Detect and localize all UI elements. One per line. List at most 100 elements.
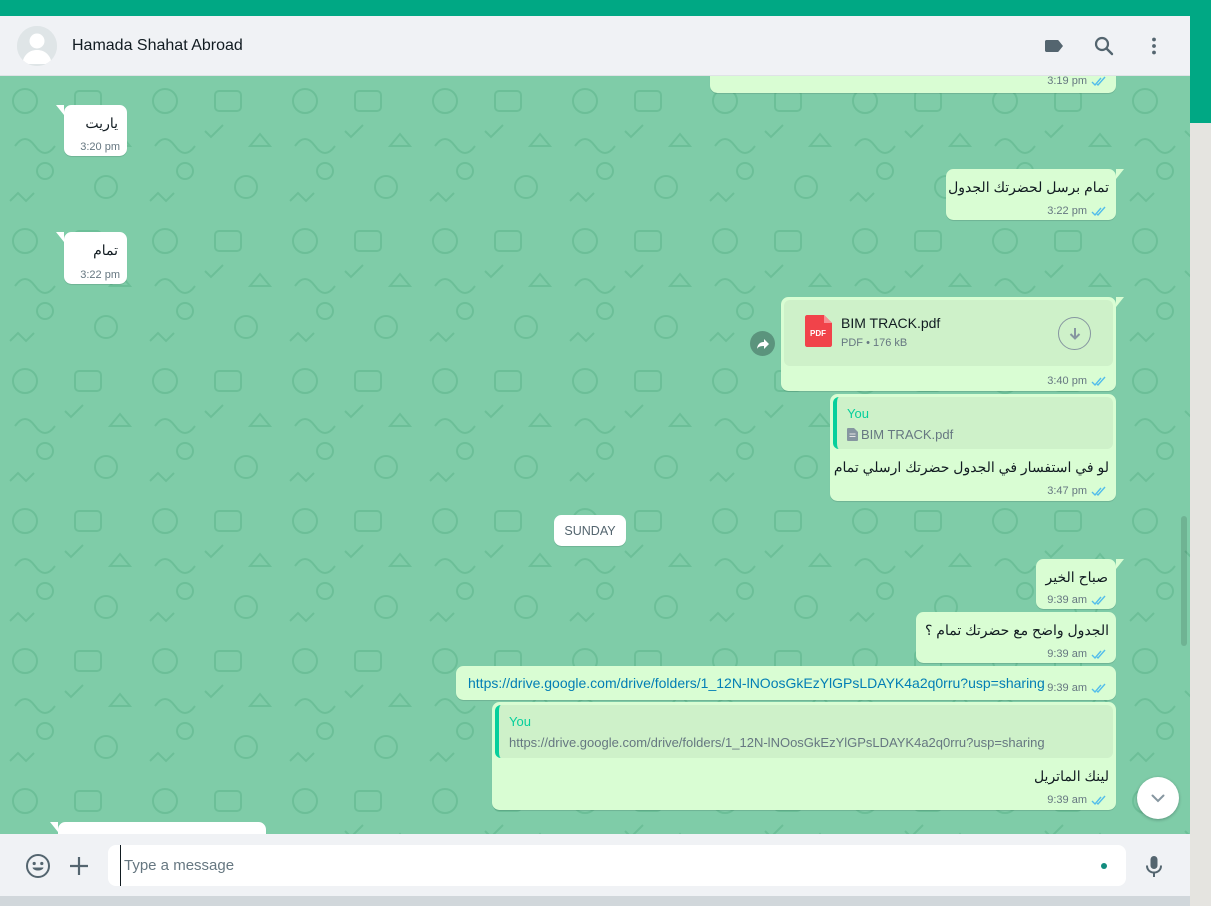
right-panel-background xyxy=(1190,123,1211,906)
chevron-down-icon xyxy=(1151,794,1165,803)
read-ticks-icon xyxy=(1091,795,1106,805)
top-accent-bar xyxy=(0,0,1211,16)
message-time: 3:47 pm xyxy=(1047,485,1087,497)
message-text: لو في استفسار في الجدول حضرتك ارسلي تمام xyxy=(833,459,1109,475)
read-ticks-icon xyxy=(1091,376,1106,386)
bottom-strip xyxy=(0,896,1190,906)
message-bubble-reply[interactable]: You BIM TRACK.pdf لو في استفسار في الجدو… xyxy=(830,394,1116,501)
message-meta: 9:39 am xyxy=(1047,594,1107,606)
document-file-type: PDF xyxy=(841,337,863,349)
download-button[interactable] xyxy=(1058,317,1091,350)
bubble-tail xyxy=(1116,297,1124,307)
default-user-icon xyxy=(17,26,57,66)
quoted-text: BIM TRACK.pdf xyxy=(861,427,954,442)
bubble-tail xyxy=(56,105,64,115)
message-text: صباح الخير xyxy=(1045,569,1108,585)
read-ticks-icon xyxy=(1091,206,1106,216)
label-icon[interactable] xyxy=(1042,34,1066,58)
avatar[interactable] xyxy=(17,26,57,66)
document-file-size: 176 kB xyxy=(872,337,908,349)
message-input[interactable] xyxy=(120,845,1080,886)
quoted-author: You xyxy=(847,406,869,421)
message-meta: 3:19 pm xyxy=(1047,76,1107,87)
pdf-file-icon: PDF xyxy=(805,315,832,347)
chat-area[interactable]: 3:19 pm ياريت 3:20 pm تمام برسل لحضرتك ا… xyxy=(0,76,1190,834)
message-bubble-document[interactable]: PDF BIM TRACK.pdf PDF • 176 kB 3:40 pm xyxy=(781,297,1124,391)
forward-icon xyxy=(756,338,769,349)
svg-text:PDF: PDF xyxy=(810,329,826,338)
message-time: 3:40 pm xyxy=(1047,375,1087,387)
contact-name[interactable]: Hamada Shahat Abroad xyxy=(72,37,243,55)
quoted-author: You xyxy=(509,714,531,729)
message-time: 9:39 am xyxy=(1047,794,1087,806)
bubble-tail xyxy=(56,232,64,242)
kebab-menu-icon[interactable] xyxy=(1142,34,1166,58)
message-link[interactable]: https://drive.google.com/drive/folders/1… xyxy=(468,675,1045,691)
message-meta: 9:39 am xyxy=(1047,682,1107,694)
bubble-tail xyxy=(1116,169,1124,179)
read-ticks-icon xyxy=(1091,649,1106,659)
chat-header[interactable]: Hamada Shahat Abroad xyxy=(0,16,1190,76)
quoted-body: BIM TRACK.pdf xyxy=(847,427,953,442)
emoji-button[interactable] xyxy=(25,853,51,879)
message-bubble-incoming[interactable]: ياريت 3:20 pm xyxy=(56,105,127,156)
message-bubble-link[interactable]: https://drive.google.com/drive/folders/1… xyxy=(456,666,1116,700)
document-icon xyxy=(847,428,858,441)
quoted-text: https://drive.google.com/drive/folders/1… xyxy=(509,735,1045,750)
message-time: 9:39 am xyxy=(1047,682,1087,694)
quoted-body: https://drive.google.com/drive/folders/1… xyxy=(509,735,1045,750)
message-meta: 3:22 pm xyxy=(80,269,120,281)
document-separator: • xyxy=(866,337,873,349)
date-separator: SUNDAY xyxy=(554,515,626,546)
message-input-container[interactable] xyxy=(108,845,1126,886)
bubble-tail xyxy=(1116,559,1124,569)
message-bubble-incoming[interactable] xyxy=(50,822,266,834)
message-meta: 3:47 pm xyxy=(1047,485,1107,497)
download-icon xyxy=(1069,327,1080,340)
search-icon[interactable] xyxy=(1092,34,1116,58)
microphone-icon xyxy=(1146,856,1162,877)
emoji-icon xyxy=(26,854,50,878)
quoted-message[interactable]: You https://drive.google.com/drive/folde… xyxy=(495,705,1113,758)
message-bubble-incoming[interactable]: تمام 3:22 pm xyxy=(56,232,127,284)
read-ticks-icon xyxy=(1091,595,1106,605)
message-meta: 3:22 pm xyxy=(1047,205,1107,217)
document-info: PDF • 176 kB xyxy=(841,337,907,349)
message-time: 9:39 am xyxy=(1047,648,1087,660)
scroll-down-button[interactable] xyxy=(1137,777,1179,819)
message-composer xyxy=(0,834,1190,896)
message-time: 3:19 pm xyxy=(1047,76,1087,87)
read-ticks-icon xyxy=(1091,76,1106,86)
read-ticks-icon xyxy=(1091,683,1106,693)
bubble-tail xyxy=(50,822,58,832)
status-dot xyxy=(1101,863,1107,869)
message-meta: 9:39 am xyxy=(1047,794,1107,806)
read-ticks-icon xyxy=(1091,486,1106,496)
plus-icon xyxy=(70,857,88,875)
message-meta: 3:40 pm xyxy=(1047,375,1107,387)
message-bubble-outgoing[interactable]: 3:19 pm xyxy=(710,76,1116,93)
message-time: 9:39 am xyxy=(1047,594,1087,606)
message-text: الجدول واضح مع حضرتك تمام ؟ xyxy=(924,622,1109,638)
message-text: ياريت xyxy=(85,115,118,131)
message-bubble-outgoing[interactable]: صباح الخير 9:39 am xyxy=(1036,559,1124,609)
message-bubble-outgoing[interactable]: الجدول واضح مع حضرتك تمام ؟ 9:39 am xyxy=(916,612,1116,663)
quoted-message[interactable]: You BIM TRACK.pdf xyxy=(833,397,1113,449)
message-bubble-outgoing[interactable]: تمام برسل لحضرتك الجدول 3:22 pm xyxy=(946,169,1124,220)
document-file-name: BIM TRACK.pdf xyxy=(841,315,941,331)
message-meta: 9:39 am xyxy=(1047,648,1107,660)
message-text: لينك الماتريل xyxy=(1033,768,1109,784)
message-time: 3:22 pm xyxy=(1047,205,1087,217)
message-text: تمام xyxy=(93,242,118,258)
message-meta: 3:20 pm xyxy=(80,141,120,153)
forward-button[interactable] xyxy=(750,331,775,356)
message-text: تمام برسل لحضرتك الجدول xyxy=(948,179,1109,195)
message-time: 3:22 pm xyxy=(80,269,120,281)
chat-scrollbar[interactable] xyxy=(1181,516,1187,646)
document-card[interactable]: PDF BIM TRACK.pdf PDF • 176 kB xyxy=(784,300,1113,366)
attach-button[interactable] xyxy=(66,853,92,879)
right-accent-bar xyxy=(1190,16,1211,123)
message-time: 3:20 pm xyxy=(80,141,120,153)
voice-message-button[interactable] xyxy=(1141,853,1167,879)
message-bubble-reply[interactable]: You https://drive.google.com/drive/folde… xyxy=(492,702,1116,810)
